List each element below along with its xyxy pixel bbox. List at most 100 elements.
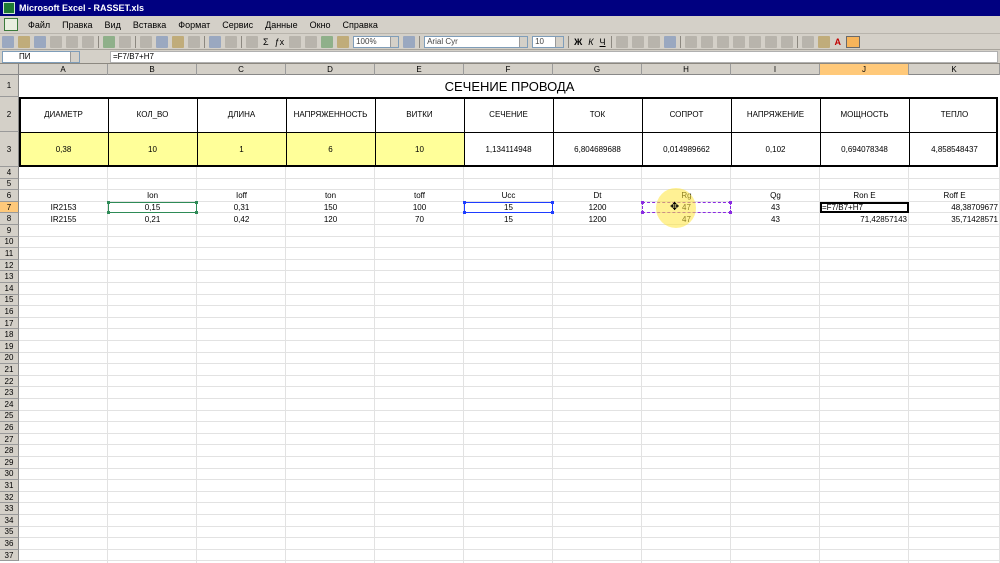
row-header-21[interactable]: 21: [0, 364, 19, 376]
hyperlink-icon[interactable]: [246, 35, 258, 48]
decrease-indent-icon[interactable]: [764, 35, 777, 48]
label-cell-g[interactable]: Dt: [553, 190, 642, 202]
data-cell-r8-k[interactable]: 35,71428571: [909, 213, 1000, 225]
sheet-title[interactable]: СЕЧЕНИЕ ПРОВОДА: [19, 75, 1000, 97]
header-cell-c[interactable]: ДЛИНА: [197, 97, 286, 132]
menu-insert[interactable]: Вставка: [127, 20, 172, 30]
fill-color-icon[interactable]: [817, 35, 830, 48]
menu-edit[interactable]: Правка: [56, 20, 98, 30]
align-center-icon[interactable]: [631, 35, 644, 48]
label-cell-j[interactable]: Ron E: [820, 190, 909, 202]
menu-window[interactable]: Окно: [304, 20, 337, 30]
row-header-30[interactable]: 30: [0, 468, 19, 481]
row-header-14[interactable]: 14: [0, 283, 19, 295]
resize-handle[interactable]: [729, 200, 732, 204]
value-cell-c[interactable]: 1: [197, 132, 286, 167]
value-cell-k[interactable]: 4,858548437: [909, 132, 1000, 167]
column-header-g[interactable]: G: [553, 64, 642, 75]
new-icon[interactable]: [2, 35, 14, 48]
function-icon[interactable]: ƒx: [275, 37, 285, 47]
data-cell-r8-c[interactable]: 0,42: [197, 213, 286, 225]
font-select[interactable]: Arial Cyr: [424, 35, 529, 48]
font-size-select[interactable]: 10: [532, 35, 565, 48]
menu-data[interactable]: Данные: [259, 20, 304, 30]
currency-icon[interactable]: [684, 35, 697, 48]
open-icon[interactable]: [18, 35, 30, 48]
row-header-32[interactable]: 32: [0, 491, 19, 504]
column-header-i[interactable]: I: [731, 64, 820, 75]
menu-tools[interactable]: Сервис: [216, 20, 259, 30]
label-cell-i[interactable]: Qg: [731, 190, 820, 202]
autosum-icon[interactable]: Σ: [263, 37, 269, 47]
color-swatch[interactable]: [846, 35, 861, 48]
underline-icon[interactable]: Ч: [600, 37, 606, 47]
bold-icon[interactable]: Ж: [574, 37, 582, 47]
resize-handle[interactable]: [641, 211, 644, 215]
row-header-13[interactable]: 13: [0, 271, 19, 283]
value-cell-i[interactable]: 0,102: [731, 132, 820, 167]
row-header-34[interactable]: 34: [0, 515, 19, 527]
increase-decimal-icon[interactable]: [732, 35, 745, 48]
row-header-36[interactable]: 36: [0, 538, 19, 550]
chevron-down-icon[interactable]: [519, 36, 528, 47]
value-cell-h[interactable]: 0,014989662: [642, 132, 731, 167]
data-cell-r7-i[interactable]: 43: [731, 202, 820, 214]
column-header-c[interactable]: C: [197, 64, 286, 75]
sort-ascending-icon[interactable]: [289, 35, 302, 48]
column-header-j[interactable]: J: [820, 64, 909, 75]
menu-view[interactable]: Вид: [99, 20, 127, 30]
sort-descending-icon[interactable]: [305, 35, 318, 48]
italic-icon[interactable]: К: [588, 37, 593, 47]
redo-icon[interactable]: [225, 35, 237, 48]
row-header-5[interactable]: 5: [0, 178, 19, 191]
header-cell-a[interactable]: ДИАМЕТР: [19, 97, 108, 132]
paste-icon[interactable]: [172, 35, 184, 48]
label-cell-c[interactable]: Ioff: [197, 190, 286, 202]
data-cell-r7-d[interactable]: 150: [286, 202, 375, 214]
value-cell-g[interactable]: 6,804689688: [553, 132, 642, 167]
resize-handle[interactable]: [107, 200, 110, 204]
row-header-29[interactable]: 29: [0, 457, 19, 469]
research-icon[interactable]: [119, 35, 131, 48]
row-header-18[interactable]: 18: [0, 329, 19, 341]
align-right-icon[interactable]: [647, 35, 660, 48]
label-cell-b[interactable]: Ion: [108, 190, 197, 202]
column-header-d[interactable]: D: [286, 64, 375, 75]
formula-input[interactable]: =F7/B7+H7: [110, 50, 998, 63]
resize-handle[interactable]: [195, 211, 198, 215]
resize-handle[interactable]: [641, 200, 644, 204]
row-header-3[interactable]: 3: [0, 132, 19, 167]
chevron-down-icon[interactable]: [555, 36, 564, 47]
header-cell-d[interactable]: НАПРЯЖЕННОСТЬ: [286, 97, 375, 132]
data-cell-r8-i[interactable]: 43: [731, 213, 820, 225]
excel-app-icon[interactable]: [3, 2, 15, 14]
resize-handle[interactable]: [551, 200, 554, 204]
row-header-10[interactable]: 10: [0, 236, 19, 249]
value-cell-j[interactable]: 0,694078348: [820, 132, 909, 167]
row-header-17[interactable]: 17: [0, 317, 19, 330]
worksheet-grid[interactable]: A B C D E F G H I J K 1 2 3 4 5 6 7 8 9 10 11 12 13 14 15 16 17 18 19…: [0, 64, 1000, 563]
data-cell-r8-g[interactable]: 1200: [553, 213, 642, 225]
format-painter-icon[interactable]: [188, 35, 200, 48]
copy-icon[interactable]: [156, 35, 168, 48]
column-header-b[interactable]: B: [108, 64, 197, 75]
merge-center-icon[interactable]: [663, 35, 676, 48]
header-cell-j[interactable]: МОЩНОСТЬ: [820, 97, 909, 132]
name-box[interactable]: ПИ: [2, 50, 80, 63]
row-header-12[interactable]: 12: [0, 259, 19, 272]
row-header-15[interactable]: 15: [0, 294, 19, 307]
value-cell-b[interactable]: 10: [108, 132, 197, 167]
label-cell-a[interactable]: [19, 190, 108, 202]
row-header-22[interactable]: 22: [0, 375, 19, 388]
row-header-37[interactable]: 37: [0, 549, 19, 562]
column-header-e[interactable]: E: [375, 64, 464, 75]
header-cell-f[interactable]: СЕЧЕНИЕ: [464, 97, 553, 132]
row-header-16[interactable]: 16: [0, 306, 19, 318]
percent-icon[interactable]: [700, 35, 713, 48]
select-all-corner[interactable]: [0, 64, 19, 75]
chevron-down-icon[interactable]: [70, 51, 79, 62]
resize-handle[interactable]: [729, 211, 732, 215]
resize-handle[interactable]: [463, 211, 466, 215]
resize-handle[interactable]: [107, 211, 110, 215]
row-header-19[interactable]: 19: [0, 341, 19, 353]
